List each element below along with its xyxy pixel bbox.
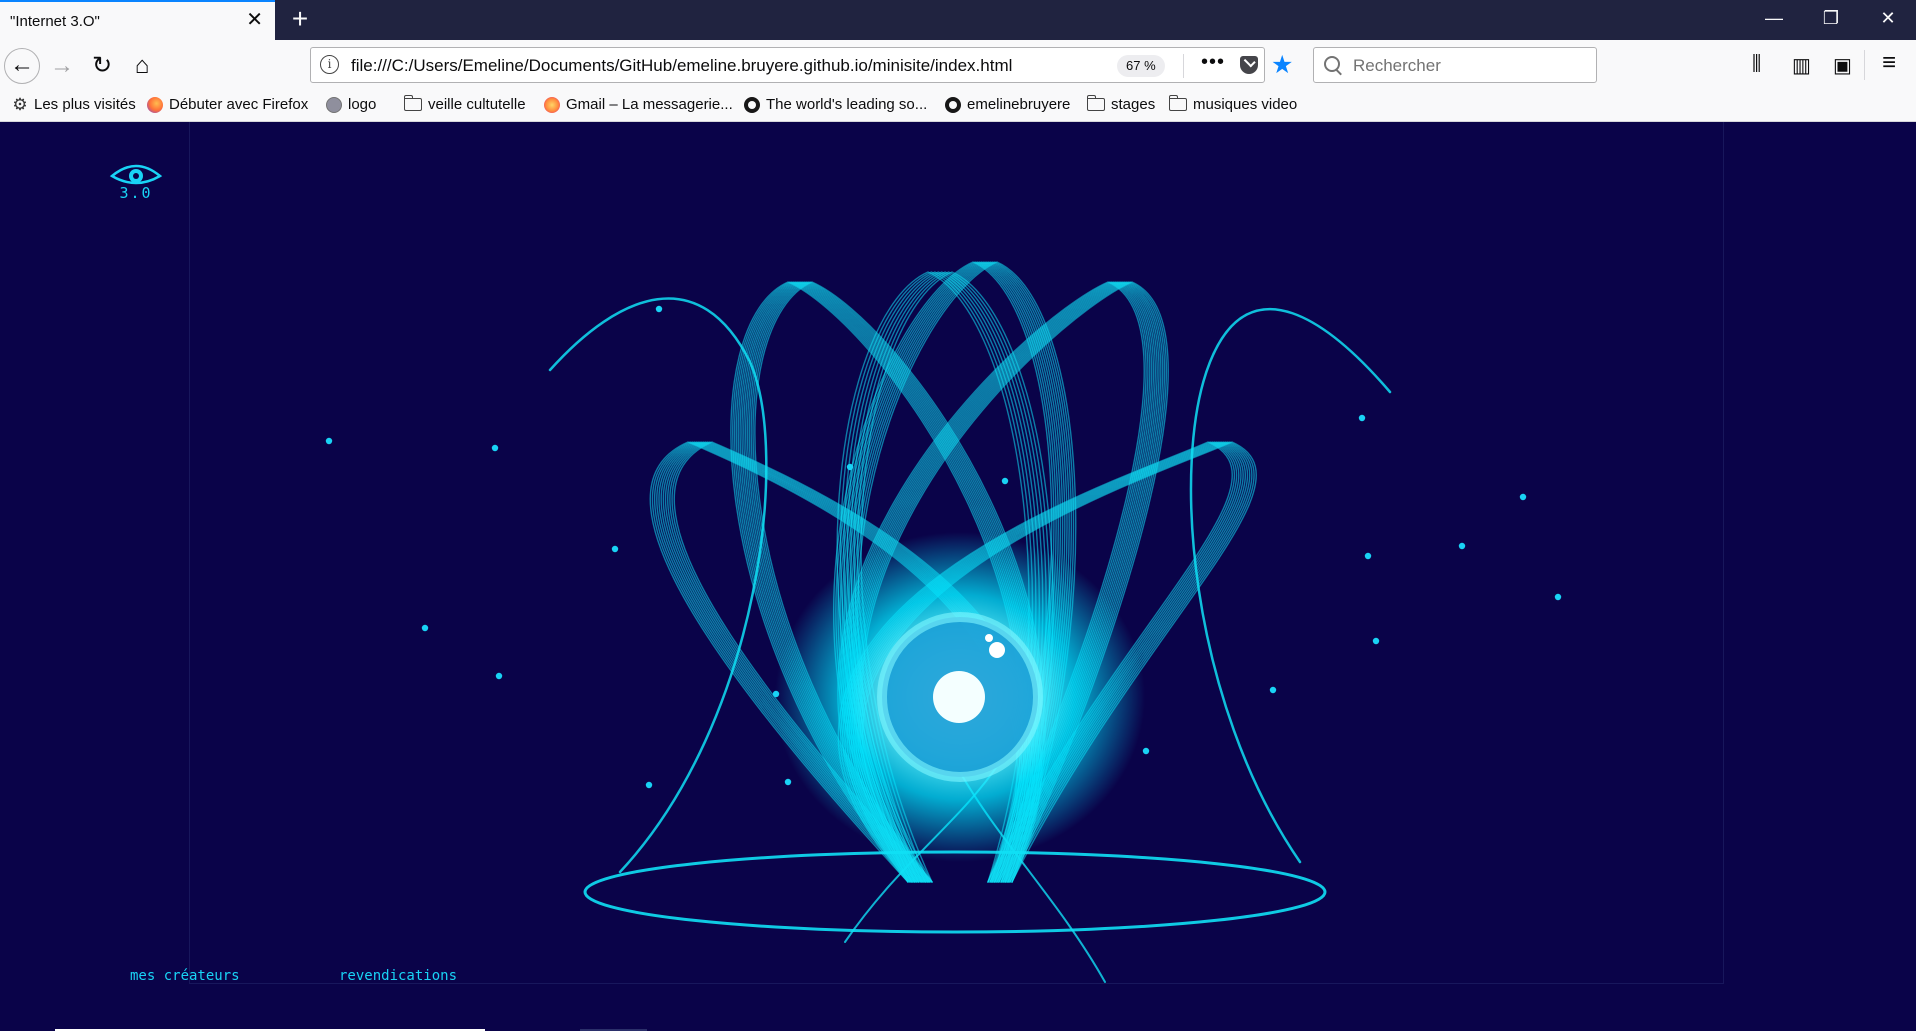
globe-icon — [326, 96, 342, 113]
bookmark-label: Les plus visités — [34, 96, 136, 113]
bookmark-gmail[interactable]: Gmail – La messagerie... — [544, 96, 733, 113]
particle-dot — [1519, 493, 1527, 501]
firefox-icon — [147, 96, 163, 113]
logo-text: 3.0 — [119, 184, 153, 202]
particle-dot — [1364, 552, 1372, 560]
link-mes-createurs[interactable]: mes créateurs — [130, 968, 240, 984]
site-logo[interactable]: 3.0 — [108, 160, 164, 210]
particle-dot — [491, 444, 499, 452]
particle-dot — [1001, 477, 1009, 485]
sidebar-icon[interactable]: ▥ — [1792, 53, 1811, 78]
bookmark-label: The world's leading so... — [766, 96, 928, 113]
minimize-button[interactable]: — — [1754, 8, 1794, 29]
github-icon — [744, 96, 760, 113]
eye-pupil-highlight — [933, 671, 985, 723]
particle-dot — [846, 463, 854, 471]
bookmark-getting-started[interactable]: Débuter avec Firefox — [147, 96, 308, 113]
restore-button[interactable]: ❐ — [1811, 8, 1851, 29]
bookmark-folder-stages[interactable]: stages — [1086, 95, 1156, 113]
bookmark-folder-veille[interactable]: veille cultutelle — [403, 95, 526, 113]
bookmark-label: Gmail – La messagerie... — [566, 96, 733, 113]
search-icon — [1324, 56, 1340, 72]
particle-dot — [1458, 542, 1466, 550]
search-placeholder: Rechercher — [1353, 56, 1441, 75]
library-icon[interactable]: ⫼ — [1752, 53, 1761, 76]
tab-active[interactable]: "Internet 3.O" ✕ — [0, 0, 275, 40]
petal-strand — [1189, 307, 1392, 864]
particle-dot — [1372, 637, 1380, 645]
folder-icon — [1086, 95, 1105, 111]
toolbar-separator — [1864, 50, 1865, 80]
url-text[interactable]: file:///C:/Users/Emeline/Documents/GitHu… — [351, 56, 1012, 76]
particle-dot — [1269, 686, 1277, 694]
bookmark-label: logo — [348, 96, 377, 113]
bookmark-label: stages — [1111, 96, 1156, 113]
base-ring — [583, 850, 1327, 934]
bookmark-folder-musiques[interactable]: musiques video — [1168, 95, 1298, 113]
eye-sparkle — [989, 642, 1005, 658]
menu-icon[interactable]: ≡ — [1882, 49, 1896, 77]
firefox-icon — [544, 96, 560, 113]
tab-close-icon[interactable]: ✕ — [246, 9, 263, 31]
particle-dot — [1554, 593, 1562, 601]
site-info-icon[interactable]: i — [320, 55, 339, 74]
bookmark-most-visited[interactable]: ⚙ Les plus visités — [12, 94, 136, 114]
url-bar[interactable]: i file:///C:/Users/Emeline/Documents/Git… — [310, 47, 1293, 83]
particle-dot — [421, 624, 429, 632]
reload-button[interactable]: ↻ — [84, 48, 120, 84]
search-input[interactable]: Rechercher — [1313, 47, 1597, 83]
new-tab-button[interactable]: + — [285, 4, 315, 34]
bookmark-logo[interactable]: logo — [326, 96, 376, 113]
bookmark-label: Débuter avec Firefox — [169, 96, 309, 113]
eye-sparkle-small — [985, 634, 993, 642]
zoom-indicator[interactable]: 67 % — [1117, 55, 1165, 77]
github-icon — [945, 96, 961, 113]
page-content: 3.0 mes créateurs revendications — [0, 122, 1916, 1031]
home-button[interactable]: ⌂ — [124, 48, 160, 84]
glowing-jellyfish-visual — [325, 261, 1562, 983]
link-revendications[interactable]: revendications — [339, 968, 457, 984]
bookmark-github[interactable]: The world's leading so... — [744, 96, 927, 113]
particle-dot — [1142, 747, 1150, 755]
particle-dot — [1358, 414, 1366, 422]
bookmark-label: musiques video — [1193, 96, 1298, 113]
tab-title: "Internet 3.O" — [10, 13, 100, 30]
navigation-bar: ← → ↻ ⌂ i file:///C:/Users/Emeline/Docum… — [0, 40, 1916, 92]
bookmark-label: emelinebruyere — [967, 96, 1071, 113]
extension-icon[interactable]: ▣ — [1833, 53, 1852, 78]
tab-strip: "Internet 3.O" ✕ + — ❐ ✕ — [0, 0, 1916, 40]
particle-dot — [495, 672, 503, 680]
page-actions-icon[interactable]: ••• — [1201, 51, 1225, 74]
particle-dot — [325, 437, 333, 445]
bookmarks-bar: ⚙ Les plus visités Débuter avec Firefox … — [0, 92, 1916, 122]
forward-button[interactable]: → — [44, 48, 80, 84]
close-window-button[interactable]: ✕ — [1868, 8, 1908, 29]
gear-icon: ⚙ — [12, 94, 28, 114]
pocket-icon[interactable] — [1240, 56, 1258, 74]
particle-dot — [655, 305, 663, 313]
particle-dot — [772, 690, 780, 698]
bookmark-star-icon[interactable]: ★ — [1271, 50, 1293, 80]
particle-dot — [645, 781, 653, 789]
back-button[interactable]: ← — [4, 48, 40, 84]
particle-dot — [784, 778, 792, 786]
url-separator — [1183, 54, 1184, 78]
bookmark-label: veille cultutelle — [428, 96, 526, 113]
folder-icon — [403, 95, 422, 111]
particle-dot — [611, 545, 619, 553]
bookmark-emelinebruyere[interactable]: emelinebruyere — [945, 96, 1070, 113]
folder-icon — [1168, 95, 1187, 111]
